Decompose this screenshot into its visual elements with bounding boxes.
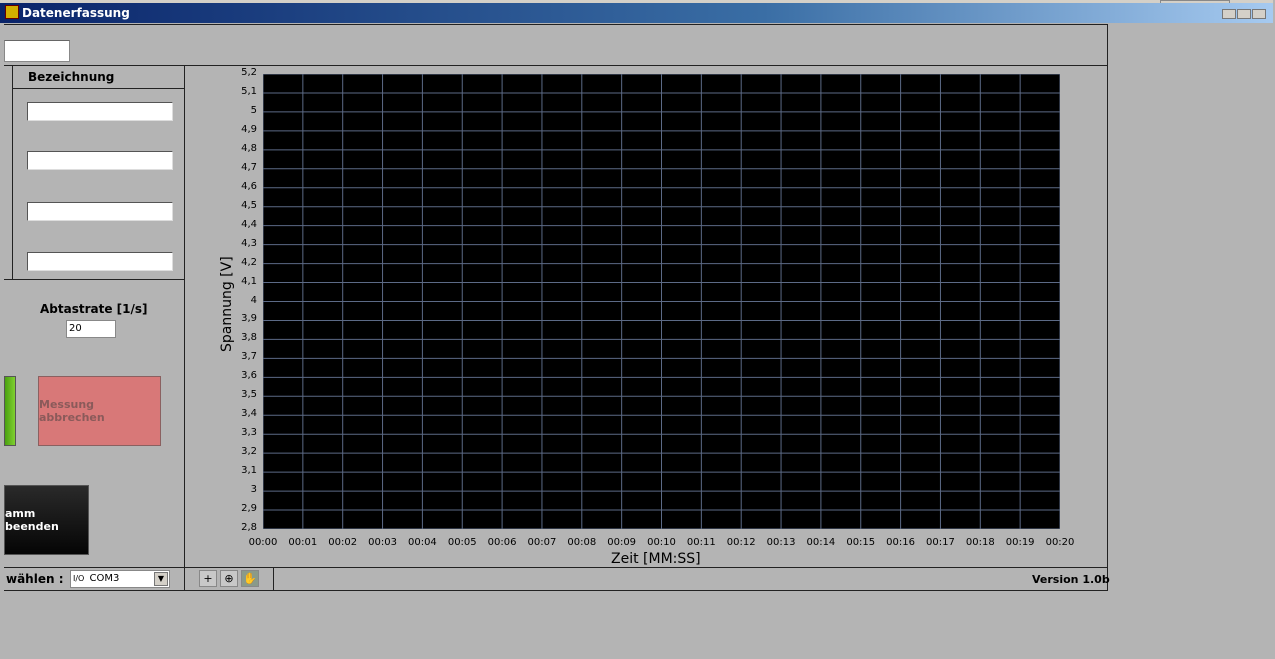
version-label: Version 1.0b bbox=[1032, 573, 1110, 586]
port-label: wählen : bbox=[6, 572, 64, 586]
divider bbox=[4, 567, 1108, 568]
y-tick-label: 3 bbox=[250, 484, 257, 496]
y-tick-label: 5 bbox=[250, 104, 257, 116]
x-tick-label: 00:13 bbox=[766, 537, 796, 548]
graph-grid bbox=[263, 74, 1060, 529]
channel-name-field-1[interactable] bbox=[27, 102, 173, 121]
y-tick-label: 4,8 bbox=[241, 142, 257, 154]
y-tick-label: 4,7 bbox=[241, 161, 257, 173]
x-tick-label: 00:00 bbox=[248, 537, 278, 548]
quit-program-button[interactable]: amm beenden bbox=[4, 485, 89, 555]
x-tick-label: 00:02 bbox=[328, 537, 358, 548]
divider bbox=[273, 567, 274, 590]
x-tick-label: 00:08 bbox=[567, 537, 597, 548]
x-tick-label: 00:12 bbox=[726, 537, 756, 548]
io-icon: I/O bbox=[73, 574, 85, 583]
divider bbox=[4, 279, 184, 280]
zoom-tool-icon[interactable]: ⊕ bbox=[220, 570, 238, 587]
x-tick-label: 00:18 bbox=[965, 537, 995, 548]
x-tick-label: 00:05 bbox=[447, 537, 477, 548]
start-measurement-button[interactable] bbox=[4, 376, 16, 446]
x-tick-label: 00:15 bbox=[846, 537, 876, 548]
close-button[interactable] bbox=[1252, 9, 1266, 19]
y-tick-label: 4,4 bbox=[241, 218, 257, 230]
y-tick-label: 3,3 bbox=[241, 427, 257, 439]
com-port-value: COM3 bbox=[89, 573, 120, 584]
x-tick-label: 00:04 bbox=[407, 537, 437, 548]
x-tick-label: 00:03 bbox=[368, 537, 397, 548]
y-tick-label: 3,5 bbox=[241, 389, 257, 401]
x-tick-label: 00:19 bbox=[1005, 537, 1035, 548]
crosshair-tool-icon[interactable]: + bbox=[199, 570, 217, 587]
x-tick-label: 00:06 bbox=[487, 537, 517, 548]
divider bbox=[4, 65, 1108, 66]
y-tick-label: 5,2 bbox=[241, 67, 257, 78]
y-tick-label: 5,1 bbox=[241, 85, 257, 97]
minimize-button[interactable] bbox=[1222, 9, 1236, 19]
y-axis-title: Spannung [V] bbox=[219, 256, 235, 352]
channel-header: Bezeichnung bbox=[28, 70, 115, 84]
labview-app-icon bbox=[5, 5, 19, 19]
voltage-graph-plot-area[interactable] bbox=[263, 74, 1060, 529]
y-tick-label: 3,7 bbox=[241, 351, 257, 363]
window-title: Datenerfassung bbox=[0, 3, 1273, 23]
abort-measurement-button[interactable]: Messung abbrechen bbox=[38, 376, 161, 446]
x-axis-title: Zeit [MM:SS] bbox=[611, 551, 701, 567]
maximize-button[interactable] bbox=[1237, 9, 1251, 19]
y-tick-label: 3,2 bbox=[241, 446, 257, 458]
x-tick-label: 00:10 bbox=[647, 537, 676, 548]
x-tick-label: 00:16 bbox=[886, 537, 915, 548]
y-tick-label: 3,1 bbox=[241, 465, 257, 477]
y-tick-label: 3,4 bbox=[241, 408, 257, 420]
y-tick-label: 2,8 bbox=[241, 522, 257, 533]
divider bbox=[184, 65, 185, 590]
divider bbox=[12, 65, 13, 279]
x-tick-label: 00:14 bbox=[806, 537, 836, 548]
x-tick-label: 00:07 bbox=[527, 537, 557, 548]
x-tick-label: 00:11 bbox=[686, 537, 716, 548]
top-text-field[interactable] bbox=[4, 40, 70, 62]
y-tick-label: 4,6 bbox=[241, 180, 257, 192]
graph-axes: 2,8 2,9 3 3,1 3,2 3,3 3,4 3,5 3,6 3,7 3,8 3,9 4 4,1 4,… bbox=[0, 0, 1074, 548]
y-tick-label: 4,3 bbox=[241, 237, 257, 249]
x-tick-label: 00:01 bbox=[288, 537, 318, 548]
channel-name-field-3[interactable] bbox=[27, 202, 173, 221]
channel-name-field-2[interactable] bbox=[27, 151, 173, 170]
y-tick-label: 3,6 bbox=[241, 370, 257, 382]
pan-hand-tool-icon[interactable]: ✋ bbox=[241, 570, 259, 587]
y-tick-label: 4,5 bbox=[241, 199, 257, 211]
x-tick-label: 00:17 bbox=[926, 537, 955, 548]
divider bbox=[12, 88, 184, 89]
y-tick-label: 4,9 bbox=[241, 123, 257, 135]
channel-name-field-4[interactable] bbox=[27, 252, 173, 271]
com-port-select[interactable]: I/O COM3 ▼ bbox=[70, 570, 170, 588]
sampling-rate-label: Abtastrate [1/s] bbox=[40, 302, 148, 316]
x-tick-label: 00:20 bbox=[1045, 537, 1075, 548]
chevron-down-icon[interactable]: ▼ bbox=[154, 572, 168, 586]
sampling-rate-input[interactable]: 20 bbox=[66, 320, 116, 338]
x-tick-label: 00:09 bbox=[607, 537, 637, 548]
y-tick-label: 2,9 bbox=[241, 503, 257, 515]
